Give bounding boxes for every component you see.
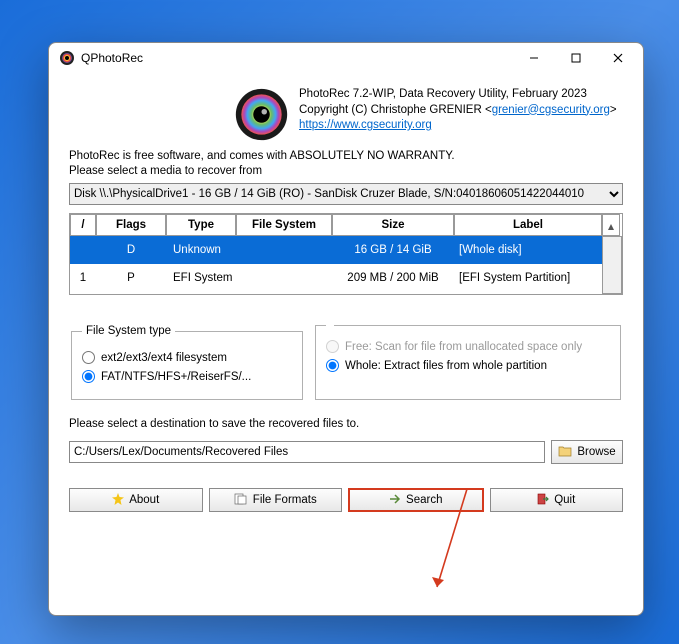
destination-label: Please select a destination to save the … [69,418,623,430]
header: PhotoRec 7.2-WIP, Data Recovery Utility,… [69,87,623,142]
col-flags[interactable]: Flags [96,214,166,236]
col-filesystem[interactable]: File System [236,214,332,236]
star-icon [112,493,124,508]
fs-fat-radio[interactable]: FAT/NTFS/HFS+/ReiserFS/... [82,370,292,383]
folder-icon [558,445,572,460]
exit-icon [537,493,549,508]
warranty-text: PhotoRec is free software, and comes wit… [69,150,623,162]
files-icon [234,493,248,508]
scrollbar-up[interactable] [602,214,620,236]
search-button[interactable]: Search [348,488,484,512]
email-link[interactable]: grenier@cgsecurity.org [492,104,610,116]
version-text: PhotoRec 7.2-WIP, Data Recovery Utility,… [299,87,617,103]
filesystem-legend: File System type [82,325,175,337]
scrollbar[interactable] [602,236,622,294]
scanmode-group: Free: Scan for file from unallocated spa… [315,325,621,400]
minimize-button[interactable] [513,44,555,72]
quit-button[interactable]: Quit [490,488,624,512]
table-row[interactable]: D Unknown 16 GB / 14 GiB [Whole disk] [70,236,602,264]
select-media-label: Please select a media to recover from [69,165,623,177]
browse-button[interactable]: Browse [551,440,623,464]
col-size[interactable]: Size [332,214,454,236]
mode-free-radio: Free: Scan for file from unallocated spa… [326,340,610,353]
about-button[interactable]: About [69,488,203,512]
maximize-button[interactable] [555,44,597,72]
table-row[interactable]: 1 P EFI System 209 MB / 200 MiB [EFI Sys… [70,264,602,292]
window-title: QPhotoRec [81,51,513,65]
col-label[interactable]: Label [454,214,602,236]
filesystem-group: File System type ext2/ext3/ext4 filesyst… [71,325,303,400]
app-icon [59,50,75,66]
arrow-right-icon [389,494,401,507]
media-select[interactable]: Disk \\.\PhysicalDrive1 - 16 GB / 14 GiB… [69,183,623,205]
mode-whole-radio[interactable]: Whole: Extract files from whole partitio… [326,359,610,372]
col-type[interactable]: Type [166,214,236,236]
destination-input[interactable] [69,441,545,463]
titlebar: QPhotoRec [49,43,643,73]
col-slash[interactable]: / [70,214,96,236]
website-link[interactable]: https://www.cgsecurity.org [299,119,432,131]
partition-table: / Flags Type File System Size Label D Un… [69,213,623,295]
table-header: / Flags Type File System Size Label [70,214,622,236]
app-window: QPhotoRec PhotoRec 7.2-WIP, Data Recover… [48,42,644,616]
file-formats-button[interactable]: File Formats [209,488,343,512]
copyright-text: Copyright (C) Christophe GRENIER <grenie… [299,103,617,119]
logo-icon [234,87,289,142]
fs-ext-radio[interactable]: ext2/ext3/ext4 filesystem [82,351,292,364]
close-button[interactable] [597,44,639,72]
